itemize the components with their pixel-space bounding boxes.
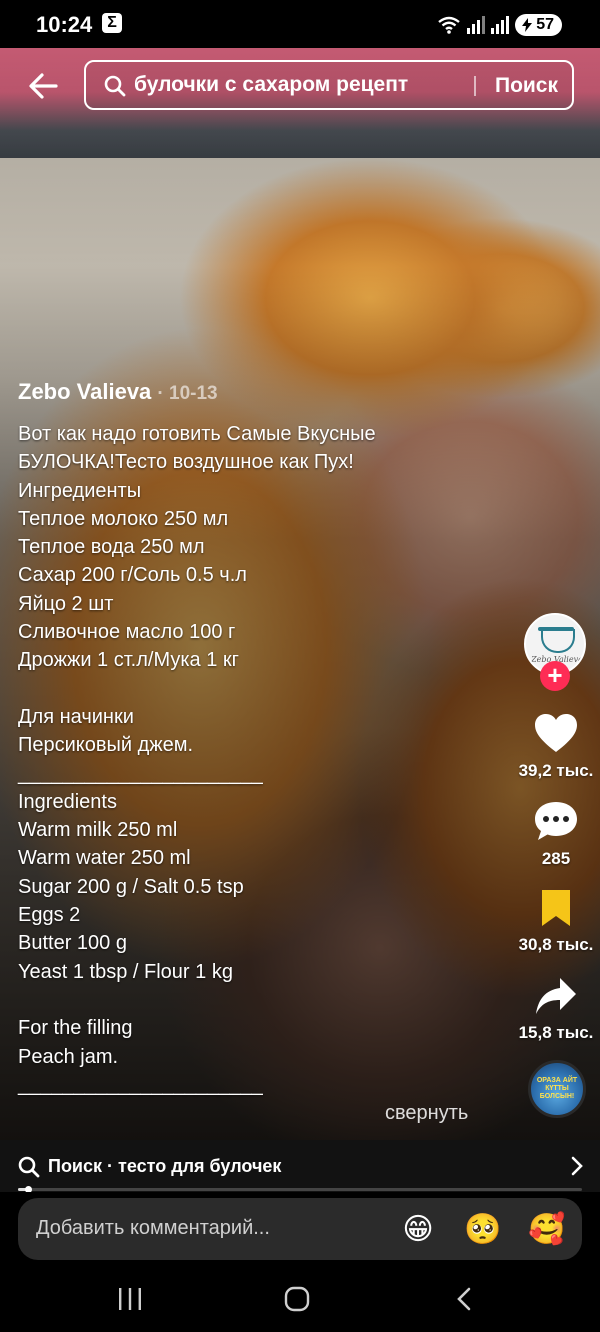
back-arrow-icon[interactable] bbox=[24, 66, 64, 106]
comment-bubble-icon bbox=[535, 802, 577, 840]
caption-line: ______________________ bbox=[18, 1073, 263, 1096]
comment-bar: Добавить комментарий... 😁 🥺 🥰 bbox=[0, 1192, 600, 1272]
post-caption[interactable]: Вот как надо готовить Самые Вкусные БУЛОЧ… bbox=[18, 420, 488, 1099]
video-progress-bar[interactable] bbox=[18, 1186, 582, 1193]
bookmark-icon bbox=[542, 890, 570, 926]
recent-apps-icon[interactable] bbox=[116, 1286, 144, 1312]
caption-line: Warm water 250 ml bbox=[18, 847, 191, 870]
comment-button[interactable]: 285 bbox=[510, 800, 600, 869]
related-search-bar[interactable]: Поиск · тесто для булочек bbox=[0, 1140, 600, 1192]
save-count: 30,8 тыс. bbox=[518, 935, 594, 954]
caption-line bbox=[18, 986, 488, 1014]
search-divider bbox=[474, 76, 476, 96]
collapse-caption-button[interactable]: свернуть bbox=[385, 1102, 468, 1125]
share-button[interactable]: 15,8 тыс. bbox=[510, 976, 600, 1043]
grin-emoji-icon[interactable]: 😁 bbox=[400, 1212, 436, 1248]
caption-line: Яйцо 2 шт bbox=[18, 592, 114, 615]
like-button[interactable]: 39,2 тыс. bbox=[510, 712, 600, 781]
caption-line: Теплое вода 250 мл bbox=[18, 536, 205, 559]
caption-line: Warm milk 250 ml bbox=[18, 819, 178, 842]
caption-line: Дрожжи 1 ст.л/Мука 1 кг bbox=[18, 649, 239, 672]
caption-line: Yeast 1 tbsp / Flour 1 kg bbox=[18, 960, 233, 983]
system-back-icon[interactable] bbox=[454, 1286, 476, 1312]
author-name[interactable]: Zebo Valieva bbox=[18, 379, 151, 404]
charging-icon bbox=[522, 18, 533, 32]
caption-line: Вот как надо готовить Самые Вкусные bbox=[18, 423, 376, 445]
share-count: 15,8 тыс. bbox=[518, 1023, 594, 1042]
save-button[interactable]: 30,8 тыс. bbox=[510, 888, 600, 955]
smiling-hearts-emoji-icon[interactable]: 🥰 bbox=[528, 1212, 565, 1248]
caption-line: Butter 100 g bbox=[18, 932, 127, 955]
battery-indicator: 57 bbox=[515, 14, 562, 36]
search-icon bbox=[18, 1156, 40, 1178]
notification-sigma-icon: Σ bbox=[102, 13, 122, 33]
home-icon[interactable] bbox=[283, 1286, 311, 1312]
share-arrow-icon bbox=[536, 978, 576, 1014]
related-search-label[interactable]: Поиск · тесто для булочек bbox=[48, 1156, 281, 1177]
caption-line: Теплое молоко 250 мл bbox=[18, 507, 229, 530]
caption-line: Eggs 2 bbox=[18, 904, 81, 927]
search-input[interactable]: булочки с сахаром рецепт bbox=[134, 73, 408, 97]
bowl-logo-icon bbox=[541, 629, 575, 653]
caption-line: Ingredients bbox=[18, 790, 117, 813]
comment-count: 285 bbox=[541, 849, 571, 868]
caption-line: Ингредиенты bbox=[18, 479, 142, 502]
wifi-icon bbox=[438, 16, 460, 34]
caption-line: Sugar 200 g / Salt 0.5 tsp bbox=[18, 875, 244, 898]
post-date: · 10-13 bbox=[157, 383, 218, 404]
music-disc[interactable]: ОРАЗА АЙТ КҮТТЫ БОЛСЫН! bbox=[528, 1060, 586, 1118]
signal-icon-2 bbox=[491, 16, 510, 34]
status-bar: 10:24 Σ 57 bbox=[0, 0, 600, 48]
comment-placeholder: Добавить комментарий... bbox=[36, 1217, 270, 1239]
music-disc-text: ОРАЗА АЙТ КҮТТЫ БОЛСЫН! bbox=[536, 1077, 578, 1100]
battery-level: 57 bbox=[536, 16, 554, 33]
status-time: 10:24 bbox=[36, 12, 93, 37]
follow-plus-button[interactable]: + bbox=[540, 661, 570, 691]
caption-line: For the filling bbox=[18, 1017, 133, 1040]
caption-line: БУЛОЧКА!Тесто воздушное как Пух! bbox=[18, 451, 354, 474]
caption-line: Сливочное масло 100 г bbox=[18, 621, 236, 644]
post-author-line[interactable]: Zebo Valieva · 10-13 bbox=[18, 379, 218, 405]
caption-line: Сахар 200 г/Соль 0.5 ч.л bbox=[18, 564, 247, 587]
like-count: 39,2 тыс. bbox=[518, 761, 594, 780]
pleading-emoji-icon[interactable]: 🥺 bbox=[464, 1212, 501, 1248]
caption-line bbox=[18, 675, 488, 703]
heart-icon bbox=[535, 714, 577, 752]
search-bar[interactable]: булочки с сахаром рецепт Поиск bbox=[84, 60, 574, 110]
caption-line: Для начинки bbox=[18, 705, 134, 728]
system-navigation-bar bbox=[0, 1272, 600, 1332]
search-button[interactable]: Поиск bbox=[495, 74, 558, 98]
caption-line: ______________________ bbox=[18, 762, 263, 785]
system-icons: 57 bbox=[437, 14, 562, 36]
signal-icon bbox=[467, 16, 486, 34]
search-icon bbox=[104, 75, 126, 97]
comment-input[interactable]: Добавить комментарий... 😁 🥺 🥰 bbox=[18, 1198, 582, 1260]
caption-line: Персиковый джем. bbox=[18, 734, 194, 757]
chevron-right-icon[interactable] bbox=[570, 1156, 584, 1176]
caption-line: Peach jam. bbox=[18, 1045, 119, 1068]
